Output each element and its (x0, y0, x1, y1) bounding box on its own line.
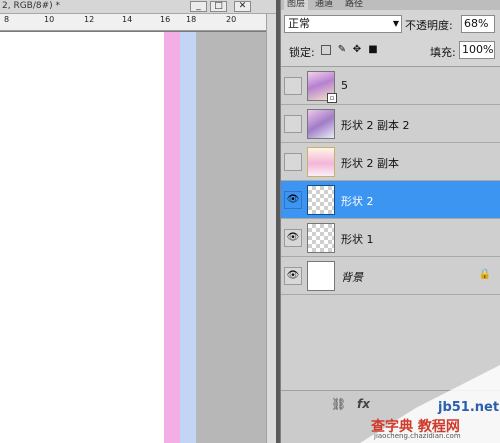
layer-name: 背景 (341, 271, 363, 284)
fill-input[interactable]: 100% (459, 41, 495, 59)
lock-label: 锁定: (289, 46, 315, 59)
panel-tabs: 图层 通道 路径 (281, 0, 500, 10)
tab-paths[interactable]: 路径 (342, 0, 366, 10)
layer-thumbnail (307, 185, 335, 215)
layer-thumbnail (307, 223, 335, 253)
blend-mode-value: 正常 (288, 17, 310, 30)
visibility-toggle[interactable] (284, 153, 302, 171)
lock-transparent-icon[interactable] (321, 45, 331, 55)
layer-name: 形状 2 副本 (341, 157, 399, 170)
watermark-domain: jb51.net (438, 400, 500, 415)
blue-shape-stripe (180, 32, 196, 443)
layer-row[interactable]: 👁 形状 1 (281, 219, 500, 257)
document-title: 2, RGB/8#) * (2, 1, 61, 11)
layer-row[interactable]: ▫ 5 (281, 67, 500, 105)
link-icon[interactable]: ⛓ (331, 397, 346, 411)
layer-name: 形状 2 副本 2 (341, 119, 410, 132)
layer-thumbnail: ▫ (307, 71, 337, 103)
minimize-button[interactable]: _ (190, 1, 207, 12)
opacity-input[interactable]: 68% (461, 15, 495, 33)
layer-row[interactable]: 形状 2 副本 2 (281, 105, 500, 143)
chevron-down-icon: ▼ (392, 19, 399, 28)
layer-name: 形状 2 (341, 195, 374, 208)
pink-shape-stripe (164, 32, 180, 443)
watermark-url: jiaocheng.chazidian.com (374, 432, 461, 440)
document-window: 2, RGB/8#) * _ □ ✕ 8 10 12 14 16 18 20 (0, 0, 276, 443)
canvas-pasteboard (196, 32, 266, 443)
layer-thumbnail (307, 109, 335, 139)
blend-mode-select[interactable]: 正常 ▼ (284, 15, 402, 33)
fx-icon[interactable]: fx (357, 397, 370, 411)
layer-thumbnail (307, 261, 335, 291)
lock-move-icon[interactable]: ✥ (351, 44, 363, 56)
ruler-label: 12 (84, 15, 95, 24)
ruler-label: 8 (4, 15, 10, 24)
restore-button[interactable]: □ (210, 1, 227, 12)
smart-object-icon: ▫ (327, 93, 337, 103)
visibility-toggle[interactable] (284, 115, 302, 133)
lock-brush-icon[interactable]: ✎ (336, 44, 348, 56)
ruler-label: 10 (44, 15, 55, 24)
layers-panel: 图层 通道 路径 正常 ▼ 不透明度: 68% 锁定: ✎ ✥ ■ 填充: 10… (280, 0, 500, 443)
ruler-label: 16 (160, 15, 171, 24)
ruler-label: 20 (226, 15, 237, 24)
layer-name: 5 (341, 79, 348, 92)
lock-icon: 🔒 (478, 269, 491, 280)
close-button[interactable]: ✕ (234, 1, 251, 12)
eye-icon[interactable]: 👁 (284, 267, 302, 285)
visibility-toggle[interactable] (284, 77, 302, 95)
layer-name: 形状 1 (341, 233, 374, 246)
fill-label: 填充: (430, 46, 456, 59)
lock-all-icon[interactable]: ■ (367, 44, 379, 56)
layer-thumbnail (307, 147, 335, 177)
horizontal-ruler: 8 10 12 14 16 18 20 (0, 14, 266, 31)
document-titlebar: 2, RGB/8#) * _ □ ✕ (0, 0, 276, 14)
opacity-label: 不透明度: (405, 19, 453, 32)
layer-row-selected[interactable]: 👁 形状 2 (281, 181, 500, 219)
ruler-label: 14 (122, 15, 133, 24)
tab-layers[interactable]: 图层 (284, 0, 309, 10)
layer-list: ▫ 5 形状 2 副本 2 形状 2 副本 👁 形状 2 👁 形状 1 👁 背景… (281, 66, 500, 390)
tab-channels[interactable]: 通道 (312, 0, 336, 10)
layer-row[interactable]: 形状 2 副本 (281, 143, 500, 181)
vertical-scrollbar[interactable] (266, 14, 276, 443)
ruler-label: 18 (186, 15, 197, 24)
eye-icon[interactable]: 👁 (284, 191, 302, 209)
eye-icon[interactable]: 👁 (284, 229, 302, 247)
layer-row-background[interactable]: 👁 背景 🔒 (281, 257, 500, 295)
